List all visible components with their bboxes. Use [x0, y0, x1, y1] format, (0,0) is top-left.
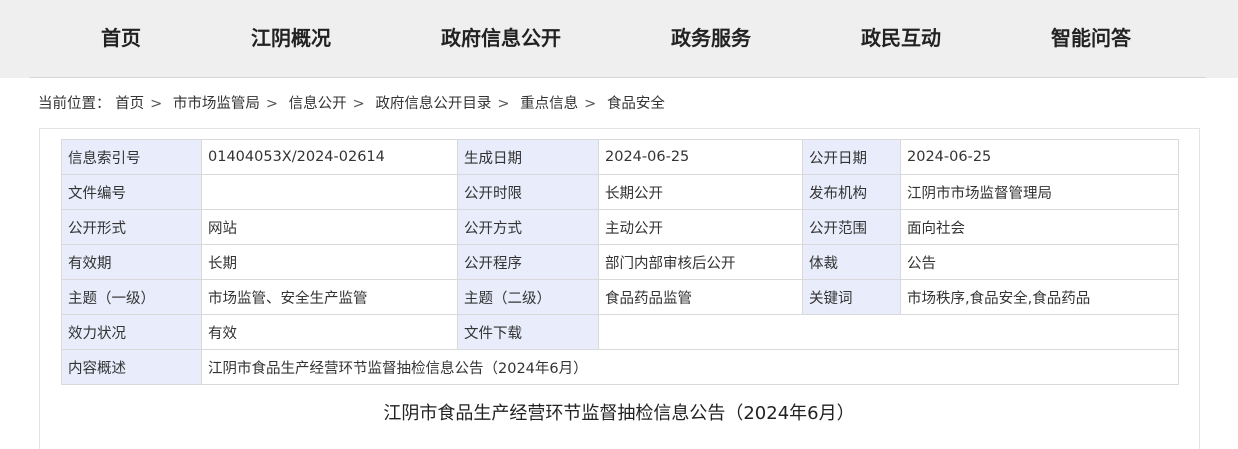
label-topic-level2: 主题（二级）: [457, 279, 599, 315]
breadcrumb-info-disclosure[interactable]: 信息公开: [289, 96, 347, 112]
value-effectiveness: 有效: [201, 314, 458, 350]
label-file-download: 文件下载: [457, 314, 599, 350]
label-disclosure-procedure: 公开程序: [457, 244, 599, 280]
breadcrumb-separator: >: [265, 96, 279, 112]
nav-item-home[interactable]: 首页: [101, 23, 141, 53]
value-issuing-agency: 江阴市市场监督管理局: [900, 174, 1179, 210]
value-topic-level2: 食品药品监管: [598, 279, 803, 315]
metadata-table: 信息索引号 01404053X/2024-02614 生成日期 2024-06-…: [61, 139, 1179, 385]
label-effectiveness: 效力状况: [61, 314, 202, 350]
label-index-number: 信息索引号: [61, 139, 202, 175]
breadcrumb-disclosure-catalog[interactable]: 政府信息公开目录: [375, 96, 491, 112]
breadcrumb-separator: >: [150, 96, 163, 112]
table-row: 主题（一级） 市场监管、安全生产监管 主题（二级） 食品药品监管 关键词 市场秩…: [61, 279, 1179, 315]
label-generated-date: 生成日期: [457, 139, 599, 175]
value-index-number: 01404053X/2024-02614: [201, 139, 458, 175]
label-issuing-agency: 发布机构: [802, 174, 901, 210]
value-document-number: [201, 174, 458, 210]
label-genre: 体裁: [802, 244, 901, 280]
table-row: 信息索引号 01404053X/2024-02614 生成日期 2024-06-…: [61, 139, 1179, 175]
value-keywords: 市场秩序,食品安全,食品药品: [900, 279, 1179, 315]
table-row: 文件编号 公开时限 长期公开 发布机构 江阴市市场监督管理局: [61, 174, 1179, 210]
label-keywords: 关键词: [802, 279, 901, 315]
value-disclosure-scope: 面向社会: [900, 209, 1179, 245]
table-row: 公开形式 网站 公开方式 主动公开 公开范围 面向社会: [61, 209, 1179, 245]
breadcrumb-prefix: 当前位置：: [38, 96, 111, 112]
label-topic-level1: 主题（一级）: [61, 279, 202, 315]
value-publish-date: 2024-06-25: [900, 139, 1179, 175]
breadcrumb-key-info[interactable]: 重点信息: [520, 96, 578, 112]
value-disclosure-procedure: 部门内部审核后公开: [598, 244, 803, 280]
label-disclosure-form: 公开形式: [61, 209, 202, 245]
table-row: 效力状况 有效 文件下载: [61, 314, 1179, 350]
nav-divider: [30, 77, 1206, 78]
table-row: 内容概述 江阴市食品生产经营环节监督抽检信息公告（2024年6月）: [61, 349, 1179, 385]
breadcrumb-separator: >: [584, 96, 597, 112]
value-disclosure-form: 网站: [201, 209, 458, 245]
document-title: 江阴市食品生产经营环节监督抽检信息公告（2024年6月）: [383, 403, 855, 424]
label-publish-date: 公开日期: [802, 139, 901, 175]
nav-item-gov-services[interactable]: 政务服务: [671, 23, 751, 53]
breadcrumb-food-safety[interactable]: 食品安全: [607, 96, 665, 112]
value-generated-date: 2024-06-25: [598, 139, 803, 175]
breadcrumb-market-regulation[interactable]: 市市场监管局: [173, 96, 260, 112]
label-content-summary: 内容概述: [61, 349, 202, 385]
value-file-download[interactable]: [598, 314, 1179, 350]
label-disclosure-method: 公开方式: [457, 209, 599, 245]
top-navigation-bar: 首页 江阴概况 政府信息公开 政务服务 政民互动 智能问答: [0, 0, 1238, 78]
value-content-summary: 江阴市食品生产经营环节监督抽检信息公告（2024年6月）: [201, 349, 1179, 385]
value-topic-level1: 市场监管、安全生产监管: [201, 279, 458, 315]
nav-item-jiangyin-overview[interactable]: 江阴概况: [251, 23, 331, 53]
value-disclosure-method: 主动公开: [598, 209, 803, 245]
nav-item-smart-qa[interactable]: 智能问答: [1051, 23, 1131, 53]
label-document-number: 文件编号: [61, 174, 202, 210]
value-validity: 长期: [201, 244, 458, 280]
nav-item-public-interaction[interactable]: 政民互动: [861, 23, 941, 53]
breadcrumb-separator: >: [352, 96, 365, 112]
value-disclosure-period: 长期公开: [598, 174, 803, 210]
label-disclosure-scope: 公开范围: [802, 209, 901, 245]
table-row: 有效期 长期 公开程序 部门内部审核后公开 体裁 公告: [61, 244, 1179, 280]
label-validity: 有效期: [61, 244, 202, 280]
breadcrumb: 当前位置： 首页 > 市市场监管局 > 信息公开 > 政府信息公开目录 > 重点信息 > …: [38, 93, 665, 115]
value-genre: 公告: [900, 244, 1179, 280]
breadcrumb-home[interactable]: 首页: [115, 96, 144, 112]
label-disclosure-period: 公开时限: [457, 174, 599, 210]
nav-item-gov-info-disclosure[interactable]: 政府信息公开: [441, 23, 561, 53]
breadcrumb-separator: >: [497, 96, 510, 112]
